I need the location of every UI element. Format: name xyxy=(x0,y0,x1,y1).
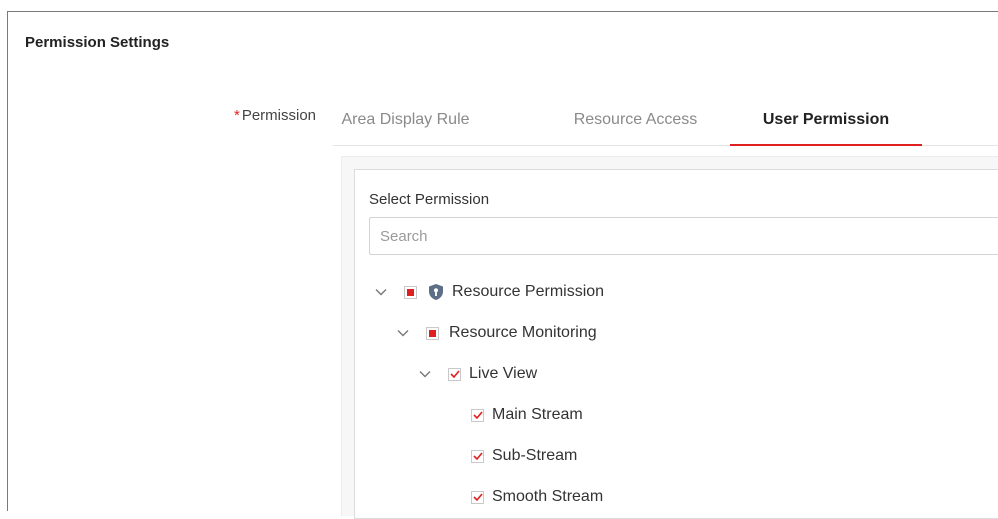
tree-node-smooth-stream: Smooth Stream xyxy=(471,487,603,507)
check-icon xyxy=(472,452,483,460)
tree-checkbox-partial[interactable] xyxy=(404,285,417,299)
tree-node-resource-monitoring: Resource Monitoring xyxy=(396,323,597,343)
tree-node-label[interactable]: Main Stream xyxy=(492,406,583,424)
search-input[interactable] xyxy=(369,217,998,255)
tree-node-resource-permission: Resource Permission xyxy=(374,282,604,302)
tab-area-display-rule[interactable]: Area Display Rule xyxy=(333,96,478,146)
tree-checkbox-checked[interactable] xyxy=(471,449,484,463)
tree-node-label[interactable]: Smooth Stream xyxy=(492,488,603,506)
permission-tabs: Area Display Rule Resource Access User P… xyxy=(333,96,998,146)
section-title: Permission Settings xyxy=(25,34,170,51)
check-icon xyxy=(472,411,483,419)
tree-node-sub-stream: Sub-Stream xyxy=(471,446,577,466)
chevron-down-icon[interactable] xyxy=(418,367,432,381)
check-icon xyxy=(449,370,460,378)
tree-checkbox-checked[interactable] xyxy=(471,490,484,504)
tree-node-label[interactable]: Resource Monitoring xyxy=(449,324,597,342)
tree-node-label[interactable]: Sub-Stream xyxy=(492,447,577,465)
required-mark: * xyxy=(233,107,240,124)
tab-user-permission[interactable]: User Permission xyxy=(730,96,922,146)
permission-field-label: * Permission xyxy=(234,107,316,124)
tree-checkbox-partial[interactable] xyxy=(426,326,439,340)
tree-node-label[interactable]: Resource Permission xyxy=(452,283,604,301)
chevron-down-icon[interactable] xyxy=(374,285,388,299)
tree-node-live-view: Live View xyxy=(418,364,537,384)
tree-node-main-stream: Main Stream xyxy=(471,405,583,425)
check-icon xyxy=(472,493,483,501)
select-permission-label: Select Permission xyxy=(369,191,490,208)
tab-resource-access[interactable]: Resource Access xyxy=(533,96,738,146)
permission-label-text: Permission xyxy=(241,107,316,124)
chevron-down-icon[interactable] xyxy=(396,326,410,340)
tree-checkbox-checked[interactable] xyxy=(471,408,484,422)
tree-node-label[interactable]: Live View xyxy=(469,365,537,383)
shield-icon xyxy=(427,283,445,301)
tree-checkbox-checked[interactable] xyxy=(448,367,461,381)
